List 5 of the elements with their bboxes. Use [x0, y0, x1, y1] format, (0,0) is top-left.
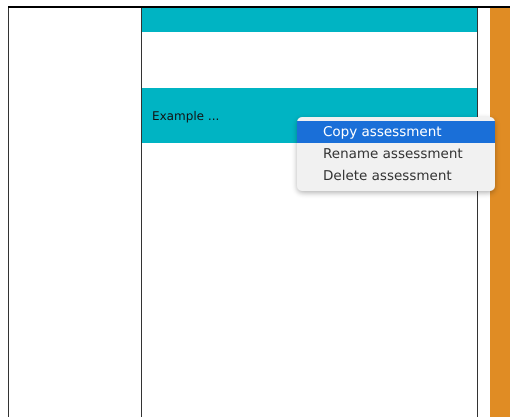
menu-item[interactable]: Delete assessment — [297, 165, 495, 187]
assessment-name: Example ... — [152, 108, 220, 122]
menu-item[interactable]: Rename assessment — [297, 143, 495, 165]
menu-item[interactable]: Copy assessment — [297, 121, 495, 143]
assessment-row[interactable] — [142, 8, 477, 32]
